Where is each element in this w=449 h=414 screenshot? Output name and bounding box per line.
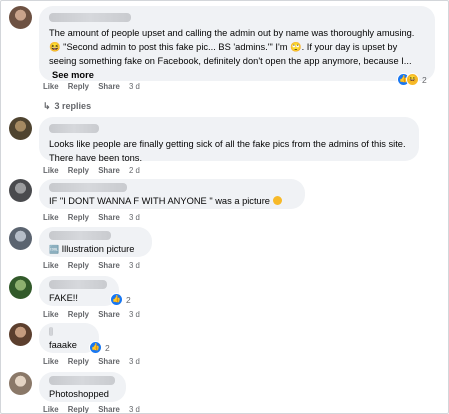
reply-button[interactable]: Reply [68,310,89,319]
author-name[interactable] [49,280,107,289]
comment-text: Looks like people are finally getting si… [49,139,406,163]
reply-button[interactable]: Reply [68,82,89,91]
haha-reaction-icon: 😆 [406,73,419,86]
timestamp[interactable]: 3 d [129,405,140,413]
illustration-badge-icon: 🆒 [49,245,59,254]
reaction-count: 2 [126,294,131,305]
comment-bubble: Looks like people are finally getting si… [39,117,419,163]
reply-button[interactable]: Reply [68,213,89,222]
avatar[interactable] [9,6,32,29]
reply-button[interactable]: Reply [68,261,89,270]
avatar[interactable] [9,323,32,346]
comment-bubble: 🆒 Illustration picture [39,227,152,257]
like-button[interactable]: Like [43,213,59,222]
avatar[interactable] [9,276,32,299]
reaction-summary[interactable]: 👍 2 [110,293,131,306]
like-button[interactable]: Like [43,82,59,91]
comment-text: faaake [49,340,77,350]
share-button[interactable]: Share [98,213,120,222]
avatar[interactable] [9,372,32,395]
reaction-summary[interactable]: 👍 😆 2 [397,73,427,86]
share-button[interactable]: Share [98,166,120,175]
share-button[interactable]: Share [98,405,120,413]
timestamp[interactable]: 3 d [129,357,140,366]
like-reaction-icon: 👍 [89,341,102,354]
comment: FAKE!! 👍 2 Like Reply Share 3 d [9,276,445,321]
comment-actions: Like Reply Share 3 d [43,82,147,91]
like-button[interactable]: Like [43,357,59,366]
like-reaction-icon: 👍 [110,293,123,306]
reply-button[interactable]: Reply [68,166,89,175]
comment-actions: Like Reply Share 3 d [43,357,147,366]
reaction-count: 2 [105,342,110,353]
comment-actions: Like Reply Share 3 d [43,213,147,222]
reply-button[interactable]: Reply [68,405,89,413]
author-name[interactable] [49,13,131,22]
like-button[interactable]: Like [43,310,59,319]
comment-actions: Like Reply Share 3 d [43,310,147,319]
comment: The amount of people upset and calling t… [9,6,445,116]
timestamp[interactable]: 3 d [129,213,140,222]
like-button[interactable]: Like [43,166,59,175]
comments-panel: The amount of people upset and calling t… [0,0,449,414]
reaction-count: 2 [422,74,427,85]
laughing-emoji-icon [272,196,282,205]
reply-button[interactable]: Reply [68,357,89,366]
timestamp[interactable]: 3 d [129,310,140,319]
like-button[interactable]: Like [43,261,59,270]
comment-actions: Like Reply Share 2 d [43,166,147,175]
comment: IF "I DONT WANNA F WITH ANYONE " was a p… [9,179,445,224]
timestamp[interactable]: 2 d [129,166,140,175]
reaction-summary[interactable]: 👍 2 [89,341,110,354]
replies-label: 3 replies [54,101,92,111]
view-replies-link[interactable]: ↳ 3 replies [43,101,91,112]
author-name[interactable] [49,124,99,133]
avatar[interactable] [9,179,32,202]
like-button[interactable]: Like [43,405,59,413]
share-button[interactable]: Share [98,82,120,91]
timestamp[interactable]: 3 d [129,82,140,91]
see-more-link[interactable]: See more [52,70,94,80]
author-name[interactable] [49,231,111,240]
comment-text: Photoshopped [49,389,109,399]
author-name[interactable] [49,183,127,192]
comment-bubble: The amount of people upset and calling t… [39,6,435,81]
comment-actions: Like Reply Share 3 d [43,261,147,270]
avatar[interactable] [9,117,32,140]
share-button[interactable]: Share [98,261,120,270]
author-name[interactable] [49,376,115,385]
comment: faaake 👍 2 Like Reply Share 3 d [9,323,445,368]
comment-text: The amount of people upset and calling t… [49,28,415,66]
timestamp[interactable]: 3 d [129,261,140,270]
comment: Photoshopped Like Reply Share 3 d [9,372,445,413]
comment-text: IF "I DONT WANNA F WITH ANYONE " was a p… [49,196,270,206]
author-name[interactable] [49,327,53,336]
comment-bubble: FAKE!! [39,276,119,306]
comment-bubble: IF "I DONT WANNA F WITH ANYONE " was a p… [39,179,305,209]
share-button[interactable]: Share [98,310,120,319]
comment-text: Illustration picture [61,244,135,254]
comment-bubble: Photoshopped [39,372,126,402]
comment-actions: Like Reply Share 3 d [43,405,147,413]
comment-text: FAKE!! [49,293,78,303]
comment: Looks like people are finally getting si… [9,117,445,177]
reply-arrow-icon: ↳ [43,101,51,111]
share-button[interactable]: Share [98,357,120,366]
avatar[interactable] [9,227,32,250]
comment: 🆒 Illustration picture Like Reply Share … [9,227,445,272]
